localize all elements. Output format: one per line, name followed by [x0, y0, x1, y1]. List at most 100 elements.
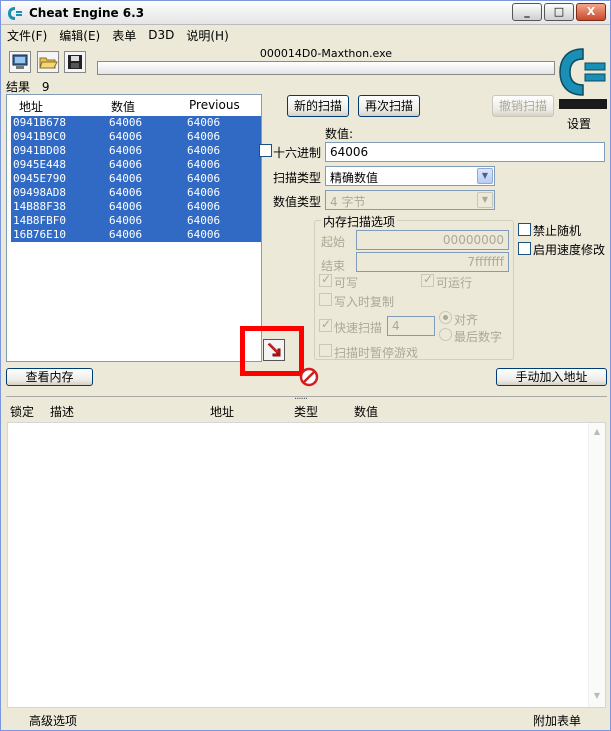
scan-results-header: 地址 数值 Previous [7, 95, 261, 115]
window-title: Cheat Engine 6.3 [29, 6, 145, 20]
results-label: 结果 [6, 80, 31, 94]
writable-checkbox[interactable] [319, 272, 332, 287]
col-address[interactable]: 地址 [19, 98, 43, 115]
writable-label: 可写 [334, 276, 359, 290]
table-row[interactable]: 0941BD08 64006 64006 [11, 144, 261, 158]
cheat-engine-icon [8, 7, 22, 20]
menu-table[interactable]: 表单 [112, 27, 136, 44]
scroll-down-icon[interactable]: ▼ [591, 691, 603, 703]
scan-type-label: 扫描类型 [273, 171, 322, 185]
executable-label: 可运行 [436, 276, 473, 290]
open-file-button[interactable] [37, 51, 59, 73]
add-address-manually-button[interactable]: 手动加入地址 [496, 368, 607, 386]
unrandomizer-label: 禁止随机 [533, 224, 582, 238]
value-type-value: 4 字节 [330, 195, 366, 209]
address-list[interactable]: ▲ ▼ [7, 422, 606, 708]
table-row[interactable]: 0941B9C0 64006 64006 [11, 130, 261, 144]
executable-checkbox[interactable] [421, 272, 434, 287]
results-count-value: 9 [41, 80, 50, 94]
cheat-engine-window: Cheat Engine 6.3 _ □ X 文件(F) 编辑(E) 表单 D3… [0, 0, 611, 731]
menu-bar: 文件(F) 编辑(E) 表单 D3D 说明(H) [1, 25, 610, 45]
scan-progress-bar [97, 61, 555, 75]
address-list-header: 锁定 描述 地址 类型 数值 [6, 401, 606, 419]
value-type-label: 数值类型 [273, 195, 322, 209]
clear-list-button[interactable] [299, 367, 319, 387]
table-row[interactable]: 09498AD8 64006 64006 [11, 186, 261, 200]
results-count: 结果 9 [6, 78, 49, 95]
fast-scan-input[interactable]: 4 [387, 316, 435, 336]
pause-game-label: 扫描时暂停游戏 [334, 346, 419, 360]
alignment-radio[interactable] [439, 311, 452, 324]
scan-value-input[interactable]: 64006 [325, 142, 605, 162]
view-memory-button[interactable]: 查看内存 [6, 368, 93, 386]
computer-icon [12, 54, 28, 69]
scan-type-select[interactable]: 精确数值 ▼ [325, 166, 495, 186]
col-value[interactable]: 数值 [111, 98, 135, 115]
scan-results-list[interactable]: 地址 数值 Previous 0941B678 64006 64006 0941B9… [6, 94, 262, 362]
vertical-scrollbar[interactable]: ▲ ▼ [588, 423, 605, 707]
pause-game-checkbox[interactable] [319, 344, 332, 357]
col-active[interactable]: 锁定 [10, 403, 34, 420]
table-row[interactable]: 14B88F38 64006 64006 [11, 200, 261, 214]
fast-scan-label: 快速扫描 [334, 321, 383, 335]
last-digits-label: 最后数字 [454, 330, 503, 344]
copy-on-write-label: 写入时复制 [334, 295, 395, 309]
table-row[interactable]: 16B76E10 64006 64006 [11, 228, 261, 242]
address-list-panel: 锁定 描述 地址 类型 数值 ▲ ▼ [6, 396, 607, 708]
speedhack-checkbox[interactable] [518, 242, 531, 255]
col-description[interactable]: 描述 [50, 403, 74, 420]
save-file-button[interactable] [64, 51, 86, 73]
chevron-down-icon[interactable]: ▼ [477, 192, 493, 208]
value-label: 数值: [325, 127, 354, 141]
menu-help[interactable]: 说明(H) [186, 27, 228, 44]
unrandomizer-checkbox[interactable] [518, 223, 531, 236]
menu-edit[interactable]: 编辑(E) [59, 27, 100, 44]
copy-on-write-checkbox[interactable] [319, 293, 332, 306]
table-row[interactable]: 0945E448 64006 64006 [11, 158, 261, 172]
undo-scan-button[interactable]: 撤销扫描 [492, 95, 554, 117]
start-address-input[interactable]: 00000000 [356, 230, 509, 250]
next-scan-button[interactable]: 再次扫描 [358, 95, 420, 117]
close-button[interactable]: X [576, 3, 606, 21]
last-digits-radio[interactable] [439, 328, 452, 341]
maximize-button[interactable]: □ [544, 3, 574, 21]
start-address-label: 起始 [321, 235, 346, 249]
col-list-address[interactable]: 地址 [210, 403, 234, 420]
minimize-button[interactable]: _ [512, 3, 542, 21]
cheat-engine-logo[interactable] [557, 45, 609, 113]
advanced-options-link[interactable]: 高级选项 [29, 712, 77, 729]
table-row[interactable]: 0941B678 64006 64006 [11, 116, 261, 130]
table-row[interactable]: 14B8FBF0 64006 64006 [11, 214, 261, 228]
window-controls: _ □ X [512, 3, 606, 21]
menu-d3d[interactable]: D3D [148, 28, 174, 42]
stop-address-input[interactable]: 7fffffff [356, 252, 509, 272]
scan-type-value: 精确数值 [330, 171, 379, 185]
no-entry-icon [299, 367, 319, 387]
process-name: 000014D0-Maxthon.exe [259, 47, 393, 60]
scan-results-rows: 0941B678 64006 64006 0941B9C0 64006 64006 09… [11, 116, 261, 242]
col-type[interactable]: 类型 [294, 403, 318, 420]
new-scan-button[interactable]: 新的扫描 [287, 95, 349, 117]
col-list-value[interactable]: 数值 [354, 403, 378, 420]
footer-bar: 高级选项 附加表单 [1, 709, 610, 731]
speedhack-label: 启用速度修改 [533, 243, 606, 257]
open-process-button[interactable] [9, 51, 31, 73]
floppy-disk-icon [68, 55, 82, 69]
value-type-select[interactable]: 4 字节 ▼ [325, 190, 495, 210]
alignment-label: 对齐 [454, 313, 479, 327]
title-bar[interactable]: Cheat Engine 6.3 _ □ X [1, 1, 610, 25]
table-extras-link[interactable]: 附加表单 [533, 712, 581, 729]
cheat-engine-logo-icon [559, 48, 607, 109]
scroll-up-icon[interactable]: ▲ [591, 427, 603, 439]
table-row[interactable]: 0945E790 64006 64006 [11, 172, 261, 186]
chevron-down-icon[interactable]: ▼ [477, 168, 493, 184]
col-previous[interactable]: Previous [189, 98, 240, 112]
hex-label: 十六进制 [273, 146, 322, 160]
memory-scan-options-title: 内存扫描选项 [321, 213, 398, 230]
red-arrow-icon [267, 343, 281, 357]
add-selected-to-list-button[interactable] [263, 339, 285, 361]
hex-checkbox[interactable] [259, 144, 272, 157]
menu-file[interactable]: 文件(F) [7, 27, 47, 44]
fast-scan-checkbox[interactable] [319, 317, 332, 332]
settings-label[interactable]: 设置 [567, 115, 591, 132]
